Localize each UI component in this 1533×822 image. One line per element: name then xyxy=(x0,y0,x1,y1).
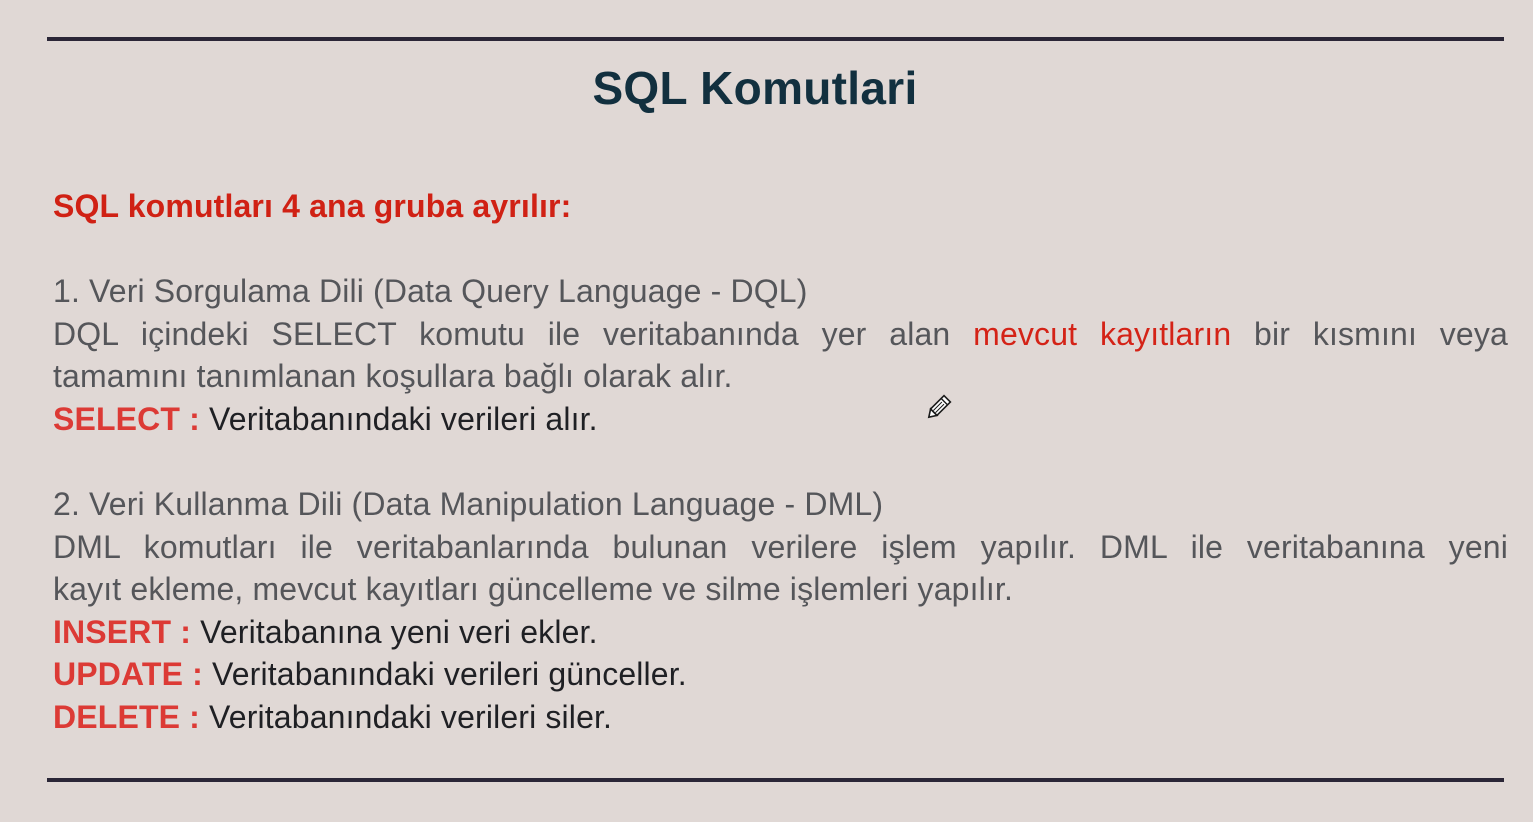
command-keyword: SELECT : xyxy=(53,400,200,437)
section-heading: 1. Veri Sorgulama Dili (Data Query Langu… xyxy=(53,273,808,309)
bottom-divider xyxy=(47,778,1504,782)
command-keyword: UPDATE : xyxy=(53,656,203,692)
command-keyword: INSERT : xyxy=(53,613,192,650)
slide: SQL Komutlari SQL komutları 4 ana gruba … xyxy=(0,0,1533,822)
slide-body: SQL komutları 4 ana gruba ayrılır: 1. Ve… xyxy=(53,185,1508,738)
command-row-delete: DELETE : Veritabanındaki verileri siler. xyxy=(53,696,1508,739)
section-description-line: kayıt ekleme, mevcut kayıtları güncellem… xyxy=(53,571,1014,607)
section-dql: 1. Veri Sorgulama Dili (Data Query Langu… xyxy=(53,270,1508,440)
command-description: Veritabanındaki verileri siler. xyxy=(199,698,613,735)
section-description-line: DQL içindeki SELECT komutu ile veritaban… xyxy=(53,313,1508,356)
top-divider xyxy=(47,37,1504,41)
section-dml: 2. Veri Kullanma Dili (Data Manipulation… xyxy=(53,483,1508,738)
section-description-line: DML komutları ile veritabanlarında bulun… xyxy=(53,528,1508,565)
intro-heading: SQL komutları 4 ana gruba ayrılır: xyxy=(53,188,572,224)
description-text: bir kısmını veya xyxy=(1231,315,1508,352)
command-description: Veritabanına yeni veri ekler. xyxy=(191,613,598,650)
command-description: Veritabanındaki verileri günceller. xyxy=(202,656,687,692)
pencil-cursor-icon xyxy=(927,394,952,419)
slide-title: SQL Komutlari xyxy=(592,62,918,114)
command-row-insert: INSERT : Veritabanına yeni veri ekler. xyxy=(53,611,1508,654)
command-row-update: UPDATE : Veritabanındaki verileri güncel… xyxy=(53,653,1508,696)
command-row-select: SELECT : Veritabanındaki verileri alır. xyxy=(53,398,1508,441)
description-text: DQL içindeki SELECT komutu ile veritaban… xyxy=(53,315,974,352)
highlighted-text: mevcut kayıtların xyxy=(973,315,1232,352)
section-description-line: tamamını tanımlanan koşullara bağlı olar… xyxy=(53,358,733,394)
section-heading: 2. Veri Kullanma Dili (Data Manipulation… xyxy=(53,486,884,522)
command-description: Veritabanındaki verileri alır. xyxy=(199,400,598,437)
command-keyword: DELETE : xyxy=(53,698,200,735)
